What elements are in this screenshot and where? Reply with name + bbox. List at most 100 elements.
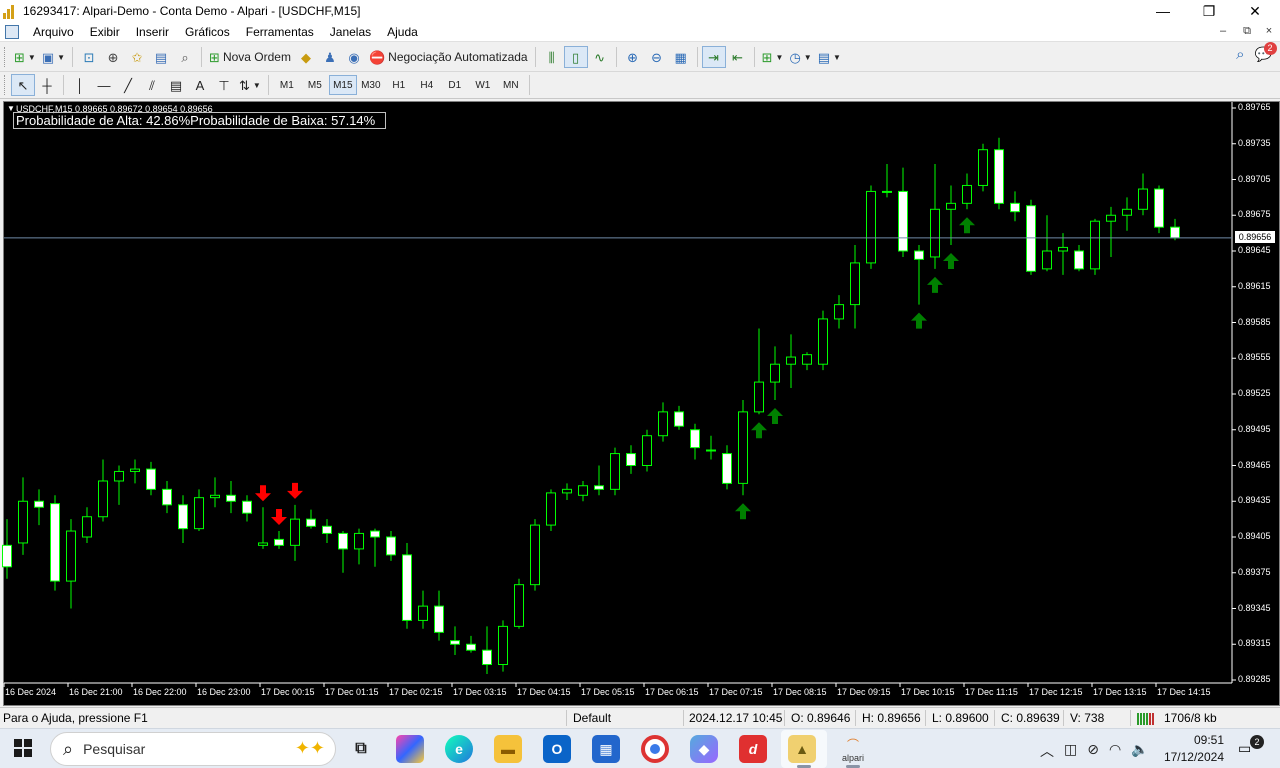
price-tick-label: 0.89375: [1238, 566, 1271, 577]
bear-candle: [386, 536, 396, 556]
outlook-icon[interactable]: O: [543, 735, 571, 763]
bear-candle: [50, 503, 60, 582]
edge-browser-icon[interactable]: e: [445, 735, 473, 763]
bull-candle: [258, 542, 268, 546]
time-tick-label: 17 Dec 01:15: [325, 687, 379, 697]
bull-candle: [978, 149, 988, 186]
bull-candle: [1122, 208, 1132, 216]
file-explorer-icon[interactable]: ▬: [494, 735, 522, 763]
price-tick-label: 0.89465: [1238, 459, 1271, 470]
windows-start-icon[interactable]: [14, 739, 32, 757]
price-tick-label: 0.89675: [1238, 209, 1271, 220]
time-tick-label: 17 Dec 00:15: [261, 687, 315, 697]
bull-candle: [706, 449, 716, 452]
price-tick-label: 0.89585: [1238, 316, 1271, 327]
bear-candle: [594, 485, 604, 490]
time-tick-label: 17 Dec 12:15: [1029, 687, 1083, 697]
bar-volume: V: 738: [1070, 711, 1105, 725]
bear-candle: [306, 518, 316, 527]
bear-candle: [1154, 188, 1164, 228]
bear-candle: [274, 538, 284, 546]
bear-candle: [178, 504, 188, 530]
buy-signal-arrow-icon: [735, 503, 751, 520]
bear-candle: [674, 411, 684, 427]
wifi-icon[interactable]: ◠: [1109, 741, 1121, 761]
bear-candle: [914, 250, 924, 260]
taskbar-search-box[interactable]: ⌕ Pesquisar ✦✦: [50, 732, 336, 766]
clock-date[interactable]: 17/12/2024: [1158, 750, 1224, 764]
bull-candle: [802, 354, 812, 365]
bear-candle: [370, 530, 380, 538]
time-tick-label: 17 Dec 05:15: [581, 687, 635, 697]
meet-now-icon[interactable]: ◫: [1064, 741, 1077, 761]
time-tick-label: 17 Dec 02:15: [389, 687, 443, 697]
bull-candle: [546, 492, 556, 526]
alpari-taskbar-icon[interactable]: ⌒ alpari: [836, 735, 870, 763]
bull-candle: [770, 363, 780, 383]
task-view-icon[interactable]: ⧉: [347, 735, 375, 763]
time-tick-label: 17 Dec 09:15: [837, 687, 891, 697]
bear-candle: [626, 453, 636, 467]
time-tick-label: 16 Dec 21:00: [69, 687, 123, 697]
bull-candle: [1090, 220, 1100, 270]
bull-candle: [850, 262, 860, 306]
time-tick-label: 16 Dec 2024: [5, 687, 57, 697]
copilot-icon[interactable]: [396, 735, 424, 763]
bear-candle: [34, 500, 44, 508]
sell-signal-arrow-icon: [287, 482, 303, 499]
bear-candle: [1026, 205, 1036, 272]
bear-candle: [722, 453, 732, 484]
network-off-icon[interactable]: ⊘: [1087, 741, 1099, 761]
price-tick-label: 0.89645: [1238, 245, 1271, 255]
metatrader-taskbar-icon[interactable]: ▲: [788, 735, 816, 763]
buy-signal-arrow-icon: [751, 422, 767, 439]
bear-candle: [690, 429, 700, 449]
bull-candle: [642, 435, 652, 467]
status-separator: [784, 710, 785, 726]
bull-candle: [786, 356, 796, 365]
time-tick-label: 16 Dec 23:00: [197, 687, 251, 697]
bull-candle: [194, 497, 204, 530]
bull-candle: [18, 500, 28, 544]
windows-taskbar: ⌕ Pesquisar ✦✦ ⧉ e ▬ O ▦ ◆ d ▲ ⌒ alpari ︿…: [0, 728, 1280, 768]
bull-candle: [578, 485, 588, 496]
status-bar: Para o Ajuda, pressione F1 Default 2024.…: [0, 707, 1280, 728]
buy-signal-arrow-icon: [943, 253, 959, 270]
duolingo-app-icon[interactable]: d: [739, 735, 767, 763]
bear-candle: [2, 544, 12, 568]
bear-candle: [898, 190, 908, 252]
bear-candle: [1074, 250, 1084, 270]
bull-candle: [98, 480, 108, 518]
traffic-counter: 1706/8 kb: [1164, 711, 1217, 725]
time-tick-label: 17 Dec 11:15: [965, 687, 1018, 697]
chrome-icon[interactable]: [641, 735, 669, 763]
time-tick-label: 16 Dec 22:00: [133, 687, 187, 697]
bull-candle: [658, 411, 668, 437]
bull-candle: [1058, 246, 1068, 252]
time-tick-label: 17 Dec 07:15: [709, 687, 763, 697]
price-tick-label: 0.89495: [1238, 423, 1271, 434]
buy-signal-arrow-icon: [911, 312, 927, 329]
status-separator: [683, 710, 684, 726]
alpari-logo-icon: ⌒: [846, 737, 859, 752]
time-tick-label: 17 Dec 13:15: [1093, 687, 1147, 697]
bull-candle: [1042, 250, 1052, 270]
bull-candle: [82, 516, 92, 538]
bull-candle: [962, 184, 972, 204]
bull-candle: [1106, 214, 1116, 222]
bull-candle: [930, 208, 940, 258]
help-text: Para o Ajuda, pressione F1: [3, 711, 148, 725]
copilot-app-icon[interactable]: ◆: [690, 735, 718, 763]
bull-candle: [818, 318, 828, 365]
time-tick-label: 17 Dec 10:15: [901, 687, 955, 697]
status-separator: [994, 710, 995, 726]
chevron-up-icon[interactable]: ︿: [1040, 741, 1054, 761]
clock-time[interactable]: 09:51: [1170, 733, 1224, 747]
profile-name: Default: [573, 711, 612, 725]
time-tick-label: 17 Dec 14:15: [1157, 687, 1211, 697]
status-separator: [1130, 710, 1131, 726]
volume-icon[interactable]: 🔈: [1131, 741, 1148, 761]
bear-candle: [146, 468, 156, 490]
price-tick-label: 0.89405: [1238, 531, 1271, 541]
microsoft-store-icon[interactable]: ▦: [592, 735, 620, 763]
